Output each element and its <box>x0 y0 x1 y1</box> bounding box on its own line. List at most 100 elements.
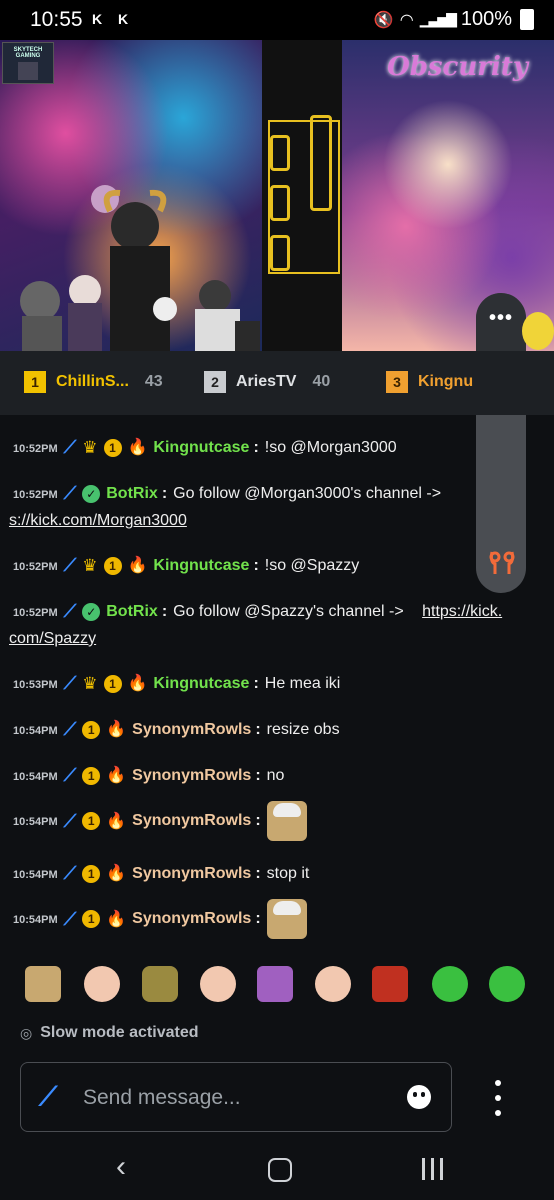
emote-icon[interactable] <box>432 966 468 1002</box>
sponsor-badge: SKYTECH GAMING <box>2 42 54 84</box>
emote-icon[interactable] <box>315 966 351 1002</box>
sub-badge-icon: 1 <box>103 556 122 575</box>
message-link[interactable]: s://kick.com/Morgan3000 <box>9 512 187 529</box>
chat-message[interactable]: 10:52PM ⟋ ♛ 1 🔥 Kingnutcase: !so @Morgan3000 <box>9 435 544 462</box>
panel-icon <box>270 185 290 221</box>
message-timestamp: 10:54PM <box>13 914 58 927</box>
purple-flame-badge-icon: 🔥 <box>106 910 127 928</box>
panel-icon <box>310 115 332 211</box>
sword-badge-icon: ⟋ <box>63 863 77 884</box>
message-timestamp: 10:52PM <box>13 443 58 455</box>
chat-message[interactable]: 10:52PM ⟋ ✓ BotRix: Go follow @Spazzy's chan… <box>9 599 544 651</box>
message-link[interactable]: https://kick. <box>422 603 502 620</box>
message-composer[interactable]: ⟋ <box>20 1062 452 1132</box>
emoji-icon[interactable] <box>407 1085 431 1109</box>
message-link[interactable]: com/Spazzy <box>9 630 96 647</box>
signal-icon: ▁▃▅▇ <box>419 11 457 27</box>
message-text: stop it <box>266 865 310 882</box>
leaderboard-item[interactable]: 3 Kingnu <box>386 371 473 393</box>
rank-badge: 2 <box>204 371 226 393</box>
emote-icon[interactable] <box>25 966 61 1002</box>
flame-badge-icon: 🔥 <box>127 675 148 693</box>
purple-flame-badge-icon: 🔥 <box>106 767 127 785</box>
sub-badge-icon: 1 <box>82 812 101 830</box>
message-timestamp: 10:54PM <box>13 869 58 881</box>
stream-video[interactable]: SKYTECH GAMING Obscurity <box>0 40 554 351</box>
emote-icon[interactable] <box>142 966 178 1002</box>
chat-message[interactable]: 10:54PM ⟋ 1 🔥 SynonymRowls: resize obs <box>9 717 544 744</box>
sword-badge-icon: ⟋ <box>63 601 77 622</box>
chat-username[interactable]: Kingnutcase <box>153 439 249 456</box>
crown-badge-icon: ♛ <box>82 556 98 576</box>
stream-art-left: SKYTECH GAMING <box>0 40 262 351</box>
message-timestamp: 10:54PM <box>13 816 58 829</box>
emote-icon[interactable] <box>84 966 120 1002</box>
message-input[interactable] <box>81 1077 385 1119</box>
snail-icon: ◎ <box>20 1024 33 1041</box>
emote-icon[interactable] <box>372 966 408 1002</box>
chat-username[interactable]: SynonymRowls <box>132 910 251 927</box>
chat-message[interactable]: 10:52PM ⟋ ✓ BotRix: Go follow @Morgan3000's … <box>9 481 544 533</box>
message-timestamp: 10:54PM <box>13 771 58 783</box>
emote-icon[interactable] <box>489 966 525 1002</box>
sub-badge-icon: 1 <box>82 864 101 883</box>
sword-badge-icon: ⟋ <box>63 810 77 831</box>
home-icon[interactable] <box>268 1158 292 1182</box>
chat-message[interactable]: 10:54PM ⟋ 1 🔥 SynonymRowls: <box>9 899 544 939</box>
purple-flame-badge-icon: 🔥 <box>106 865 127 883</box>
sub-badge-icon: 1 <box>82 720 101 739</box>
rank-badge: 3 <box>386 371 408 393</box>
chat-message[interactable]: 10:54PM ⟋ 1 🔥 SynonymRowls: no <box>9 763 544 790</box>
message-text: no <box>266 767 285 784</box>
overlay-title: Obscurity <box>387 52 528 82</box>
leaderboard-item[interactable]: 1 ChillinS... 43 <box>24 371 163 393</box>
message-text: !so @Spazzy <box>264 557 360 574</box>
more-options-icon[interactable]: ••• <box>476 293 526 351</box>
system-nav-bar: ‹ <box>0 1140 554 1200</box>
recent-apps-icon[interactable] <box>422 1158 443 1180</box>
more-options-button[interactable] <box>492 1080 504 1116</box>
message-text: !so @Morgan3000 <box>264 439 397 456</box>
chat-username[interactable]: SynonymRowls <box>132 721 251 738</box>
leaderboard-item[interactable]: 2 AriesTV 40 <box>204 371 330 393</box>
leaderboard-name: Kingnu <box>418 373 474 390</box>
sword-badge-icon: ⟋ <box>63 437 77 458</box>
sub-badge-icon: 1 <box>103 438 122 457</box>
chat-username[interactable]: Kingnutcase <box>153 557 249 574</box>
message-timestamp: 10:52PM <box>13 489 58 501</box>
message-timestamp: 10:52PM <box>13 561 58 573</box>
rank-badge: 1 <box>24 371 46 393</box>
verified-badge-icon: ✓ <box>82 484 101 503</box>
chat-username[interactable]: SynonymRowls <box>132 865 251 882</box>
chat-username[interactable]: BotRix <box>106 485 158 502</box>
battery-percent: 100% <box>460 8 512 30</box>
panel-icon <box>270 235 290 271</box>
message-text: resize obs <box>266 721 340 738</box>
sword-badge-icon: ⟋ <box>63 765 77 786</box>
emote-icon[interactable] <box>200 966 236 1002</box>
crown-badge-icon: ♛ <box>82 438 98 458</box>
message-text: He mea iki <box>264 675 341 692</box>
quick-emote-bar <box>0 966 554 1006</box>
mute-icon: 🔇 <box>373 11 394 29</box>
chat-message[interactable]: 10:52PM ⟋ ♛ 1 🔥 Kingnutcase: !so @Spazzy <box>9 553 544 580</box>
chat-username[interactable]: SynonymRowls <box>132 812 251 829</box>
chat-username[interactable]: Kingnutcase <box>153 675 249 692</box>
chat-message[interactable]: 10:54PM ⟋ 1 🔥 SynonymRowls: <box>9 801 544 841</box>
chat-message[interactable]: 10:53PM ⟋ ♛ 1 🔥 Kingnutcase: He mea iki <box>9 671 544 698</box>
chat-username[interactable]: BotRix <box>106 603 158 620</box>
slow-mode-text: Slow mode activated <box>40 1024 199 1041</box>
battery-icon <box>520 9 534 30</box>
chat-message[interactable]: 10:54PM ⟋ 1 🔥 SynonymRowls: stop it <box>9 861 544 888</box>
chat-username[interactable]: SynonymRowls <box>132 767 251 784</box>
chat-emote-icon <box>266 801 307 841</box>
leaderboard-count: 43 <box>144 373 163 390</box>
panel-icon <box>270 135 290 171</box>
sub-badge-icon: 1 <box>82 910 101 928</box>
sword-icon[interactable]: ⟋ <box>39 1081 57 1113</box>
sword-badge-icon: ⟋ <box>63 555 77 576</box>
emote-icon[interactable] <box>257 966 293 1002</box>
purple-flame-badge-icon: 🔥 <box>106 721 127 739</box>
back-icon[interactable]: ‹ <box>116 1150 126 1184</box>
kick-notification-icon: K <box>92 11 103 27</box>
